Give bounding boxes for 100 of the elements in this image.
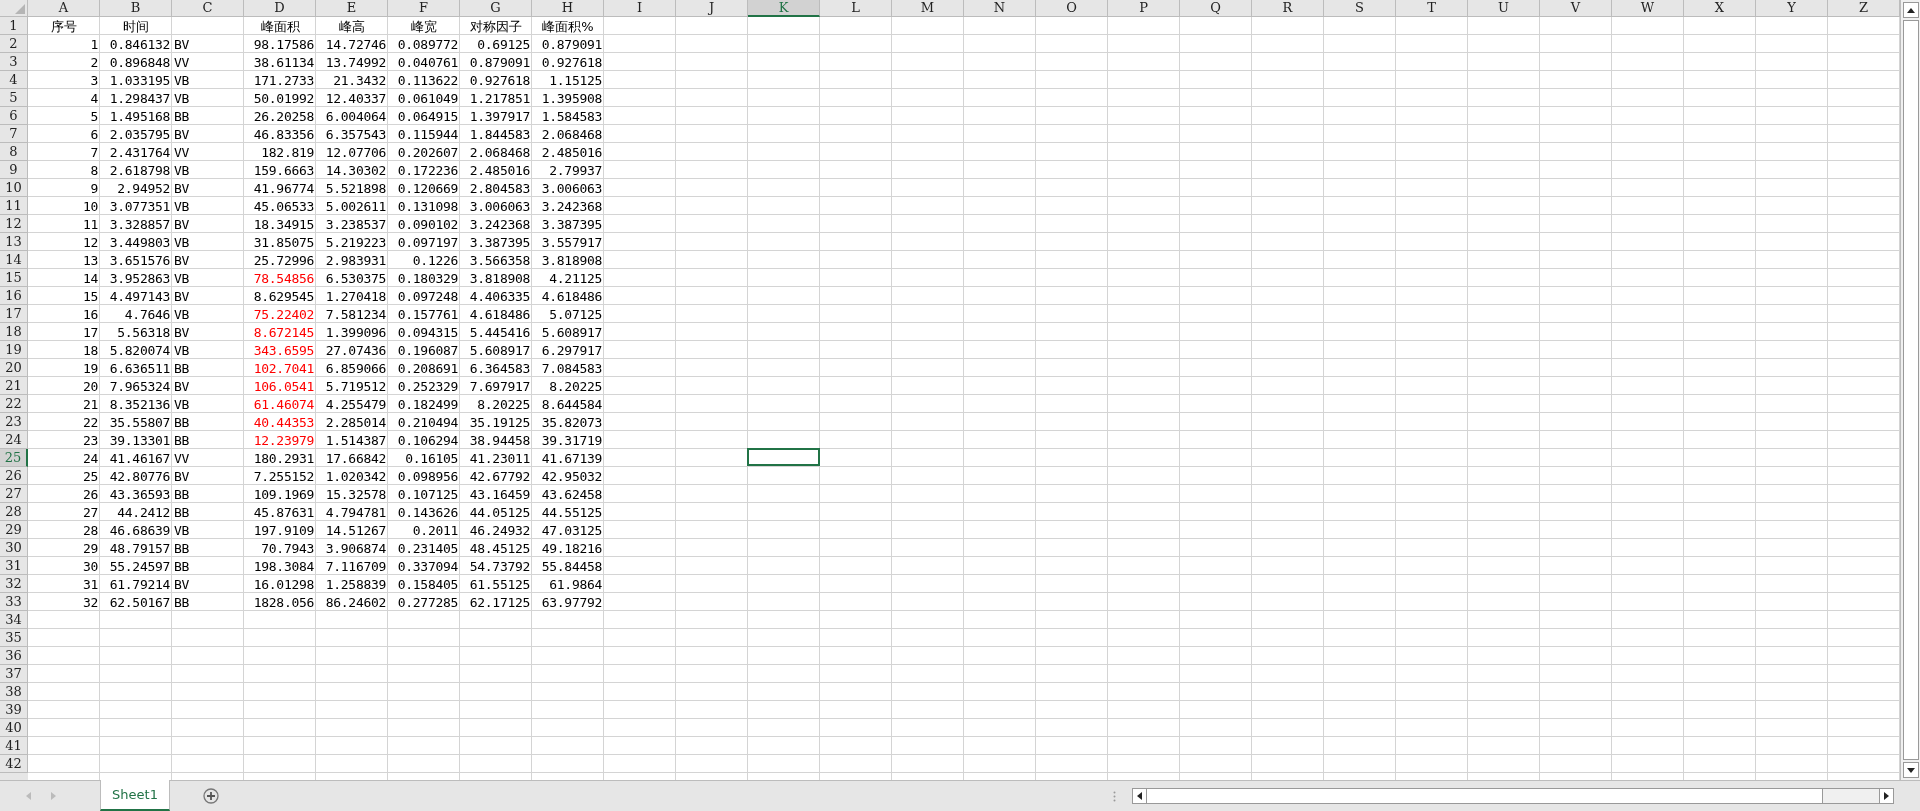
- row-header[interactable]: 19: [0, 341, 28, 359]
- table-cell: VB: [174, 307, 190, 321]
- row-header[interactable]: 38: [0, 683, 28, 701]
- column-header[interactable]: F: [388, 0, 460, 17]
- row-header[interactable]: 11: [0, 197, 28, 215]
- selected-cell[interactable]: [747, 448, 820, 466]
- row-header[interactable]: 31: [0, 557, 28, 575]
- table-cell: 62.50167: [109, 595, 170, 609]
- column-header[interactable]: K: [748, 0, 820, 17]
- row-header[interactable]: 42: [0, 755, 28, 773]
- row-header[interactable]: 6: [0, 107, 28, 125]
- table-cell: 47.03125: [541, 523, 602, 537]
- row-header[interactable]: 29: [0, 521, 28, 539]
- row-header[interactable]: 9: [0, 161, 28, 179]
- row-header[interactable]: 15: [0, 269, 28, 287]
- column-header[interactable]: D: [244, 0, 316, 17]
- row-header[interactable]: 7: [0, 125, 28, 143]
- row-header[interactable]: 35: [0, 629, 28, 647]
- column-header[interactable]: W: [1612, 0, 1684, 17]
- horizontal-scrollbar[interactable]: [1132, 788, 1894, 804]
- scroll-left-button[interactable]: [1133, 789, 1147, 803]
- column-header[interactable]: C: [172, 0, 244, 17]
- column-header[interactable]: U: [1468, 0, 1540, 17]
- row-header[interactable]: 26: [0, 467, 28, 485]
- row-header[interactable]: 32: [0, 575, 28, 593]
- row-header[interactable]: 33: [0, 593, 28, 611]
- row-header[interactable]: 22: [0, 395, 28, 413]
- table-cell: BV: [174, 325, 190, 339]
- row-header[interactable]: 14: [0, 251, 28, 269]
- row-header[interactable]: 10: [0, 179, 28, 197]
- column-header[interactable]: N: [964, 0, 1036, 17]
- row-header[interactable]: 34: [0, 611, 28, 629]
- column-header[interactable]: G: [460, 0, 532, 17]
- table-cell: VB: [174, 163, 190, 177]
- table-cell: 2.485016: [469, 163, 530, 177]
- row-header[interactable]: 18: [0, 323, 28, 341]
- row-header[interactable]: 30: [0, 539, 28, 557]
- sheet-tab[interactable]: Sheet1: [100, 780, 170, 811]
- row-header[interactable]: 20: [0, 359, 28, 377]
- scrollbar-thumb[interactable]: [1147, 789, 1823, 803]
- column-header[interactable]: R: [1252, 0, 1324, 17]
- row-header[interactable]: 24: [0, 431, 28, 449]
- column-header[interactable]: O: [1036, 0, 1108, 17]
- row-header[interactable]: 4: [0, 71, 28, 89]
- left-arrow-icon[interactable]: [26, 792, 31, 800]
- row-header[interactable]: 5: [0, 89, 28, 107]
- table-cell: 2.285014: [325, 415, 386, 429]
- table-cell: 2.804583: [469, 181, 530, 195]
- column-header[interactable]: S: [1324, 0, 1396, 17]
- column-header[interactable]: I: [604, 0, 676, 17]
- row-header[interactable]: 40: [0, 719, 28, 737]
- select-all-icon[interactable]: [15, 4, 25, 14]
- row-header[interactable]: 3: [0, 53, 28, 71]
- column-header[interactable]: T: [1396, 0, 1468, 17]
- row-header[interactable]: 28: [0, 503, 28, 521]
- table-cell: 0.097248: [397, 289, 458, 303]
- right-arrow-icon[interactable]: [51, 792, 56, 800]
- scroll-down-button[interactable]: [1902, 762, 1919, 778]
- table-cell: 31: [82, 577, 98, 591]
- row-header[interactable]: 2: [0, 35, 28, 53]
- column-header[interactable]: M: [892, 0, 964, 17]
- row-header[interactable]: 41: [0, 737, 28, 755]
- row-header[interactable]: 37: [0, 665, 28, 683]
- add-sheet-icon[interactable]: [203, 788, 219, 804]
- table-cell: 序号: [51, 19, 77, 33]
- table-cell: 8: [90, 163, 98, 177]
- column-header[interactable]: L: [820, 0, 892, 17]
- row-header[interactable]: 13: [0, 233, 28, 251]
- column-header[interactable]: P: [1108, 0, 1180, 17]
- vertical-scrollbar[interactable]: [1900, 0, 1920, 780]
- row-header[interactable]: 16: [0, 287, 28, 305]
- scroll-up-button[interactable]: [1902, 2, 1919, 18]
- column-header[interactable]: Q: [1180, 0, 1252, 17]
- table-cell: 2.485016: [541, 145, 602, 159]
- column-header[interactable]: J: [676, 0, 748, 17]
- row-header[interactable]: 21: [0, 377, 28, 395]
- row-header[interactable]: 12: [0, 215, 28, 233]
- column-header[interactable]: A: [28, 0, 100, 17]
- row-header[interactable]: 23: [0, 413, 28, 431]
- row-header[interactable]: 27: [0, 485, 28, 503]
- scrollbar-thumb[interactable]: [1902, 20, 1919, 760]
- column-header[interactable]: H: [532, 0, 604, 17]
- table-cell: 0.115944: [397, 127, 458, 141]
- table-cell: 0.064915: [397, 109, 458, 123]
- column-header[interactable]: E: [316, 0, 388, 17]
- column-header[interactable]: V: [1540, 0, 1612, 17]
- row-header[interactable]: 8: [0, 143, 28, 161]
- column-header[interactable]: B: [100, 0, 172, 17]
- table-cell: 3.952863: [109, 271, 170, 285]
- column-header[interactable]: Z: [1828, 0, 1900, 17]
- column-header[interactable]: Y: [1756, 0, 1828, 17]
- row-header[interactable]: 39: [0, 701, 28, 719]
- splitter-dots-icon[interactable]: [1113, 790, 1116, 802]
- row-header[interactable]: 25: [0, 449, 28, 467]
- row-header[interactable]: 1: [0, 17, 28, 35]
- row-header[interactable]: 36: [0, 647, 28, 665]
- row-header[interactable]: 17: [0, 305, 28, 323]
- scroll-right-button[interactable]: [1879, 789, 1893, 803]
- table-cell: BB: [174, 361, 190, 375]
- column-header[interactable]: X: [1684, 0, 1756, 17]
